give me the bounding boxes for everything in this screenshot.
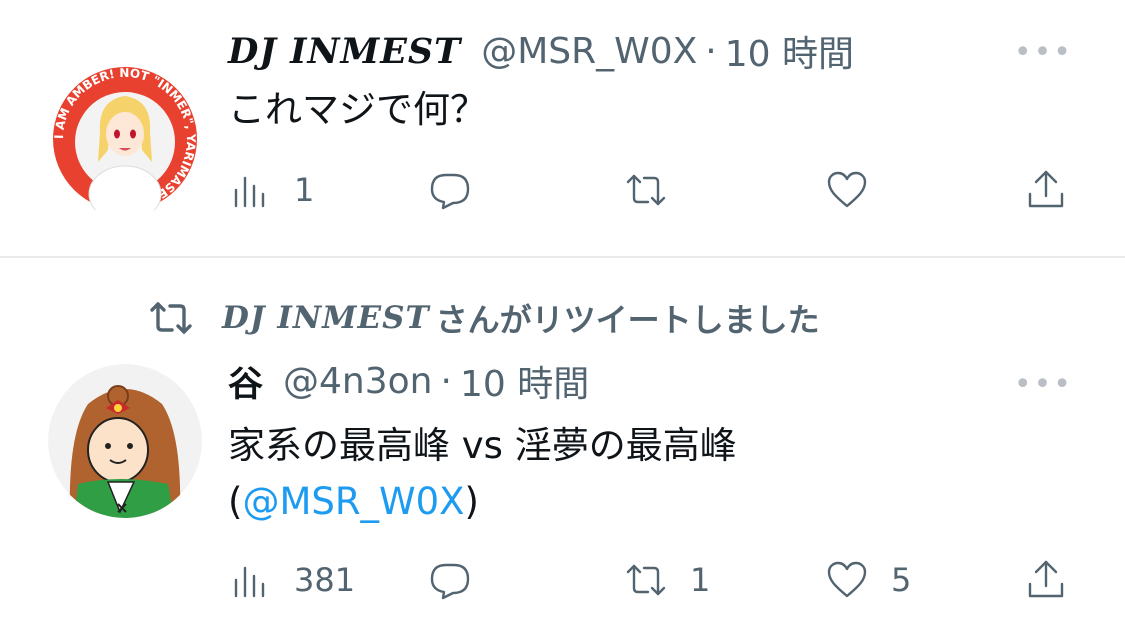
tweet-2[interactable]: DJ INMEST さんがリツイートしました 谷 @4n3on · 10 時間 … (0, 258, 1125, 633)
timestamp[interactable]: 10 時間 (725, 25, 854, 77)
mention-link[interactable]: @MSR_W0X (242, 480, 464, 523)
avatar[interactable]: I AM AMBER! NOT "INMER", YARIMASENEE! (48, 62, 202, 216)
user-handle[interactable]: @4n3on (283, 361, 432, 402)
paren-close: ) (464, 480, 479, 523)
tweet-1[interactable]: I AM AMBER! NOT "INMER", YARIMASENEE! DJ… (0, 0, 1125, 257)
views-button[interactable]: 381 (228, 552, 355, 608)
speech-bubble-icon (430, 563, 470, 600)
bar-chart-icon (234, 176, 265, 208)
reply-button[interactable] (428, 552, 472, 608)
bar-chart-icon (234, 566, 265, 598)
tweet-actions: 1 (228, 162, 1068, 218)
views-button[interactable]: 1 (228, 162, 314, 218)
tweet-header: 谷 @4n3on · 10 時間 (228, 356, 589, 406)
share-icon (1028, 170, 1064, 208)
tweet-text-line-2: (@MSR_W0X) (228, 474, 737, 530)
retweeted-by-name: DJ INMEST (222, 300, 430, 336)
share-icon (1028, 560, 1064, 598)
retweet-banner[interactable]: DJ INMEST さんがリツイートしました (148, 298, 820, 339)
like-button[interactable] (825, 162, 869, 218)
avatar[interactable] (48, 364, 202, 518)
paren-open: ( (228, 480, 243, 523)
retweet-icon (150, 302, 192, 334)
more-options-icon[interactable]: ••• (1014, 370, 1073, 400)
retweet-button[interactable] (624, 162, 668, 218)
retweet-button[interactable]: 1 (624, 552, 710, 608)
tweet-actions: 381 1 5 (228, 552, 1068, 608)
retweet-icon (626, 564, 666, 596)
like-button[interactable]: 5 (825, 552, 911, 608)
heart-icon (827, 171, 867, 208)
user-handle[interactable]: @MSR_W0X (481, 31, 697, 72)
retweet-count: 1 (690, 561, 711, 599)
heart-icon (827, 561, 867, 598)
tweet-text: これマジで何？ (228, 88, 487, 131)
tweet-text-line-1: 家系の最高峰 vs 淫夢の最高峰 (228, 424, 737, 467)
retweet-icon (626, 174, 666, 206)
speech-bubble-icon (430, 173, 470, 210)
share-button[interactable] (1024, 162, 1068, 218)
avatar-image (48, 364, 202, 518)
display-name[interactable]: 谷 (228, 356, 263, 407)
timestamp[interactable]: 10 時間 (460, 355, 589, 407)
views-count: 381 (294, 561, 356, 599)
retweeted-by-label: さんがリツイートしました (435, 301, 820, 339)
views-count: 1 (294, 171, 315, 209)
share-button[interactable] (1024, 552, 1068, 608)
like-count: 5 (891, 561, 912, 599)
display-name[interactable]: DJ INMEST (228, 31, 461, 72)
tweet-header: DJ INMEST @MSR_W0X · 10 時間 (228, 26, 854, 76)
separator-dot: · (440, 360, 452, 402)
avatar-image: I AM AMBER! NOT "INMER", YARIMASENEE! (48, 62, 202, 216)
separator-dot: · (705, 30, 717, 72)
more-options-icon[interactable]: ••• (1014, 38, 1073, 68)
tweet-text: 家系の最高峰 vs 淫夢の最高峰 (@MSR_W0X) (228, 418, 737, 530)
reply-button[interactable] (428, 162, 472, 218)
